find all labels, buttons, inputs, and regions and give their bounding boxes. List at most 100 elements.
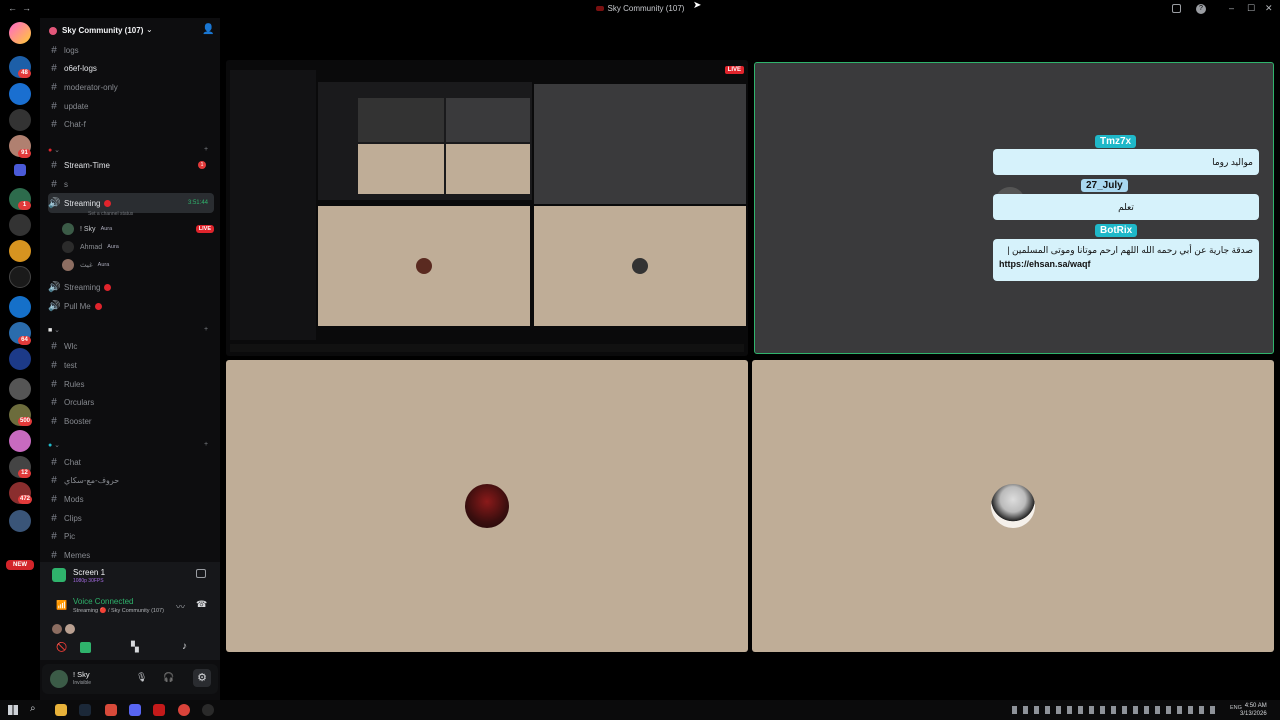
screen-share-tile[interactable]: LIVE <box>226 60 748 356</box>
unread-badge: 500 <box>18 417 33 426</box>
participant-tile[interactable] <box>226 360 748 652</box>
title-bar: ← → Sky Community (107) ? – ☐ ✕ <box>0 0 1280 18</box>
add-channel-icon[interactable]: + <box>204 326 208 333</box>
server-icon[interactable] <box>9 214 31 236</box>
channel-pic[interactable]: # Pic <box>48 528 214 544</box>
disconnect-icon[interactable]: ☎ <box>196 599 207 610</box>
server-icon[interactable] <box>9 510 31 532</box>
voice-user[interactable]: غيث Aura <box>62 258 214 272</box>
server-icon[interactable] <box>9 378 31 400</box>
hash-icon: # <box>51 62 57 74</box>
hash-icon: # <box>51 549 57 561</box>
windows-start-icon[interactable] <box>8 705 18 715</box>
server-icon[interactable] <box>9 109 31 131</box>
channel-logs[interactable]: # logs <box>48 42 214 58</box>
channel-rules[interactable]: # Rules <box>48 376 214 392</box>
taskbar-clock[interactable]: 4:50 AM 3/13/2026 <box>1240 702 1267 718</box>
discord-taskbar-icon[interactable] <box>129 704 141 716</box>
hash-icon: # <box>51 100 57 112</box>
server-icon[interactable] <box>9 266 31 288</box>
avatar[interactable] <box>50 670 68 688</box>
tray-icons[interactable] <box>1012 706 1218 714</box>
help-icon[interactable]: ? <box>1196 4 1206 14</box>
voice-channel-pull-me[interactable]: 🔊 Pull Me <box>48 298 214 314</box>
channel-status[interactable]: Set a channel status <box>88 211 133 217</box>
close-icon[interactable]: ✕ <box>1265 3 1273 14</box>
file-explorer-icon[interactable] <box>55 704 67 716</box>
obs-icon[interactable] <box>202 704 214 716</box>
chevron-down-icon: ⌄ <box>146 25 153 34</box>
channel-clips[interactable]: # Clips <box>48 510 214 526</box>
server-name: Sky Community (107) <box>62 26 144 35</box>
channel-o6ef-logs[interactable]: # o6ef-logs <box>48 60 214 76</box>
soundboard-icon[interactable]: ♪ <box>182 641 187 652</box>
category-header[interactable]: ● ⌄ + <box>48 146 208 154</box>
avatar <box>65 624 75 634</box>
chat-overlay-tile[interactable]: Tmz7x مواليد روما 27_July تعلم BotRix | … <box>754 62 1274 354</box>
voice-detail[interactable]: Streaming 🔴 / Sky Community (107) <box>73 608 164 614</box>
hash-icon: # <box>51 474 57 486</box>
server-icon[interactable] <box>9 348 31 370</box>
voice-status[interactable]: Voice Connected <box>73 597 134 606</box>
voice-channel-streaming[interactable]: 🔊 Streaming <box>48 279 214 295</box>
channel-stream-time[interactable]: # Stream-Time 1 <box>48 157 214 173</box>
search-icon[interactable]: ⌕ <box>30 703 36 714</box>
hash-icon: # <box>51 118 57 130</box>
channel-chat-f[interactable]: # Chat-f <box>48 116 214 132</box>
invite-icon[interactable]: 👤 <box>202 24 214 35</box>
chat-link[interactable]: https://ehsan.sa/waqf <box>999 257 1253 271</box>
channel-wlc[interactable]: # Wlc <box>48 338 214 354</box>
channel-s[interactable]: # s <box>48 176 214 192</box>
hash-icon: # <box>51 44 57 56</box>
window-title: Sky Community (107) <box>607 4 685 13</box>
window-logo-icon <box>595 6 604 12</box>
hash-icon: # <box>51 396 57 408</box>
channel-update[interactable]: # update <box>48 98 214 114</box>
browser-icon[interactable] <box>105 704 117 716</box>
channel-mods[interactable]: # Mods <box>48 491 214 507</box>
channel-test[interactable]: # test <box>48 357 214 373</box>
server-icon[interactable] <box>9 240 31 262</box>
folder-icon[interactable] <box>14 164 26 176</box>
channel-chat[interactable]: # Chat <box>48 454 214 470</box>
server-icon[interactable] <box>9 22 31 44</box>
inbox-icon[interactable] <box>1172 4 1181 13</box>
activities-icon[interactable]: ▚ <box>131 642 139 653</box>
server-header[interactable]: Sky Community (107) ⌄ 👤 <box>40 18 220 44</box>
steam-icon[interactable] <box>79 704 91 716</box>
hash-icon: # <box>51 178 57 190</box>
headphones-icon[interactable]: 🎧 <box>163 672 174 683</box>
screen-share-active-icon[interactable] <box>80 642 91 653</box>
maximize-icon[interactable]: ☐ <box>1247 3 1255 14</box>
noise-suppression-icon[interactable]: 〰 <box>176 600 185 613</box>
camera-off-icon[interactable]: 🚫 <box>56 642 80 653</box>
channel-memes[interactable]: # Memes <box>48 547 214 563</box>
channel-letters-with-sky[interactable]: # حروف-مع-سكاي <box>48 472 214 488</box>
voice-user[interactable]: ! Sky Aura LIVE <box>62 222 214 236</box>
avatar <box>52 624 62 634</box>
white-square-icon: ■ <box>48 327 53 334</box>
chat-message: مواليد روما <box>993 149 1259 175</box>
minimize-icon[interactable]: – <box>1229 3 1234 13</box>
settings-gear-icon[interactable]: ⚙ <box>193 669 211 687</box>
chrome-icon[interactable] <box>178 704 190 716</box>
server-icon[interactable] <box>9 296 31 318</box>
server-icon[interactable] <box>9 83 31 105</box>
voice-user[interactable]: Ahmad Aura <box>62 240 214 254</box>
channel-booster[interactable]: # Booster <box>48 413 214 429</box>
microphone-icon[interactable]: 🎙 <box>136 672 147 683</box>
category-header[interactable]: ■ ⌄ + <box>48 326 208 334</box>
screen-share-title: Screen 1 <box>73 568 106 577</box>
stop-share-icon[interactable] <box>196 569 206 578</box>
add-channel-icon[interactable]: + <box>204 441 208 448</box>
app-icon[interactable] <box>153 704 165 716</box>
add-channel-icon[interactable]: + <box>204 146 208 153</box>
voice-channel-streaming[interactable]: 🔊 Streaming 3:51:44 <box>48 193 214 213</box>
channel-orculars[interactable]: # Orculars <box>48 394 214 410</box>
channel-moderator-only[interactable]: # moderator-only <box>48 79 214 95</box>
participant-tile[interactable] <box>752 360 1274 652</box>
category-header[interactable]: ● ⌄ + <box>48 441 208 449</box>
hash-icon: # <box>51 530 57 542</box>
server-icon[interactable] <box>9 430 31 452</box>
speaker-icon: 🔊 <box>48 281 61 293</box>
